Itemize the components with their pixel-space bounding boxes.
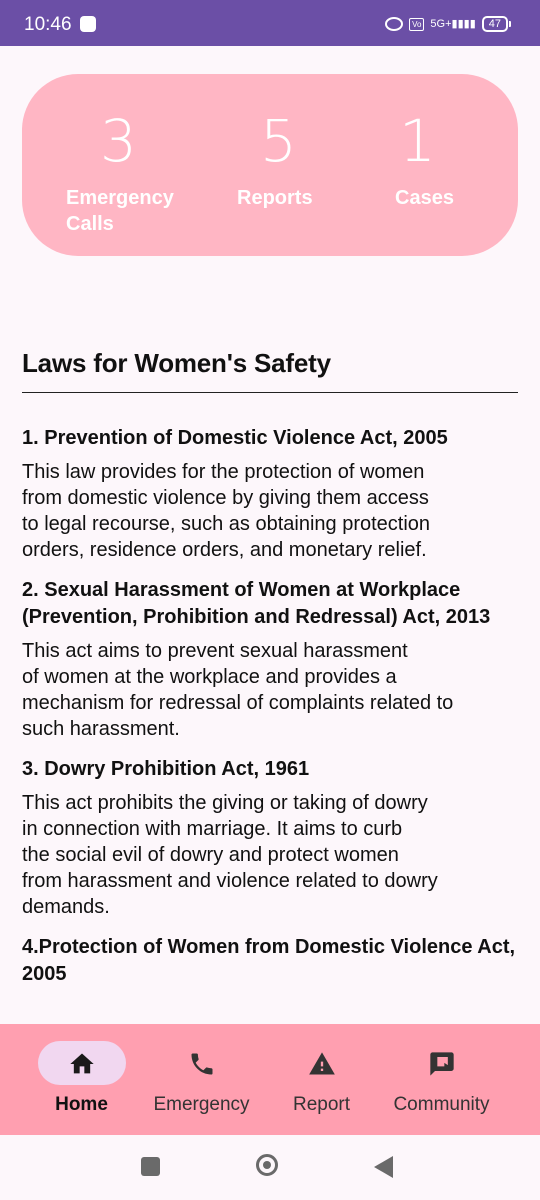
laws-list[interactable]: 1. Prevention of Domestic Violence Act, …	[22, 425, 518, 998]
law-title: 4.Protection of Women from Domestic Viol…	[22, 936, 516, 985]
stat-label: Reports	[237, 187, 313, 209]
nav-home[interactable]: Home	[14, 1024, 149, 1135]
notification-icon	[80, 16, 96, 32]
stat-count: 3	[100, 107, 137, 175]
warning-icon	[308, 1052, 335, 1075]
nav-emergency[interactable]: Emergency	[134, 1024, 269, 1135]
status-bar: 10:46 Vo 5G+▮▮▮▮ 47	[0, 0, 540, 46]
nav-label: Home	[55, 1094, 108, 1115]
nav-label: Emergency	[153, 1094, 250, 1115]
law-item: 1. Prevention of Domestic Violence Act, …	[22, 425, 518, 563]
stat-count: 1	[399, 107, 436, 175]
signal-icon: 5G+▮▮▮▮	[430, 17, 476, 30]
hotspot-icon	[385, 17, 404, 31]
status-time: 10:46	[24, 14, 72, 35]
divider	[22, 392, 518, 393]
system-navigation-bar	[0, 1135, 540, 1200]
nav-label: Community	[393, 1094, 490, 1115]
recents-button[interactable]	[141, 1157, 160, 1176]
stat-label: Emergency Calls	[66, 187, 174, 235]
home-icon	[69, 1053, 94, 1074]
stat-count: 5	[260, 107, 297, 175]
battery-icon: 47	[481, 16, 512, 32]
section-title: Laws for Women's Safety	[22, 348, 331, 378]
phone-icon	[191, 1053, 212, 1075]
volte-icon: Vo	[409, 17, 425, 31]
law-description: This law provides for the protection of …	[22, 461, 431, 561]
nav-report[interactable]: Report	[254, 1024, 389, 1135]
bottom-navigation: Home Emergency Report Community	[0, 1024, 540, 1135]
law-description: This act prohibits the giving or taking …	[22, 792, 438, 918]
battery-level: 47	[488, 18, 501, 30]
network-type: 5G+	[430, 17, 452, 30]
law-description: This act aims to prevent sexual harassme…	[22, 640, 454, 740]
stat-label: Cases	[395, 187, 454, 209]
home-button[interactable]	[256, 1154, 278, 1176]
law-title: 2. Sexual Harassment of Women at Workpla…	[22, 579, 491, 628]
law-item: 2. Sexual Harassment of Women at Workpla…	[22, 577, 518, 742]
nav-label: Report	[292, 1094, 351, 1115]
law-item: 4.Protection of Women from Domestic Viol…	[22, 934, 518, 988]
status-icons: Vo 5G+▮▮▮▮ 47	[385, 14, 512, 34]
stats-card: 3 Emergency Calls 5 Reports 1 Cases	[22, 74, 518, 256]
chat-icon	[429, 1052, 454, 1076]
back-button[interactable]	[374, 1156, 393, 1178]
law-item: 3. Dowry Prohibition Act, 1961 This act …	[22, 756, 518, 920]
law-title: 3. Dowry Prohibition Act, 1961	[22, 758, 310, 780]
nav-community[interactable]: Community	[374, 1024, 509, 1135]
law-title: 1. Prevention of Domestic Violence Act, …	[22, 427, 448, 449]
